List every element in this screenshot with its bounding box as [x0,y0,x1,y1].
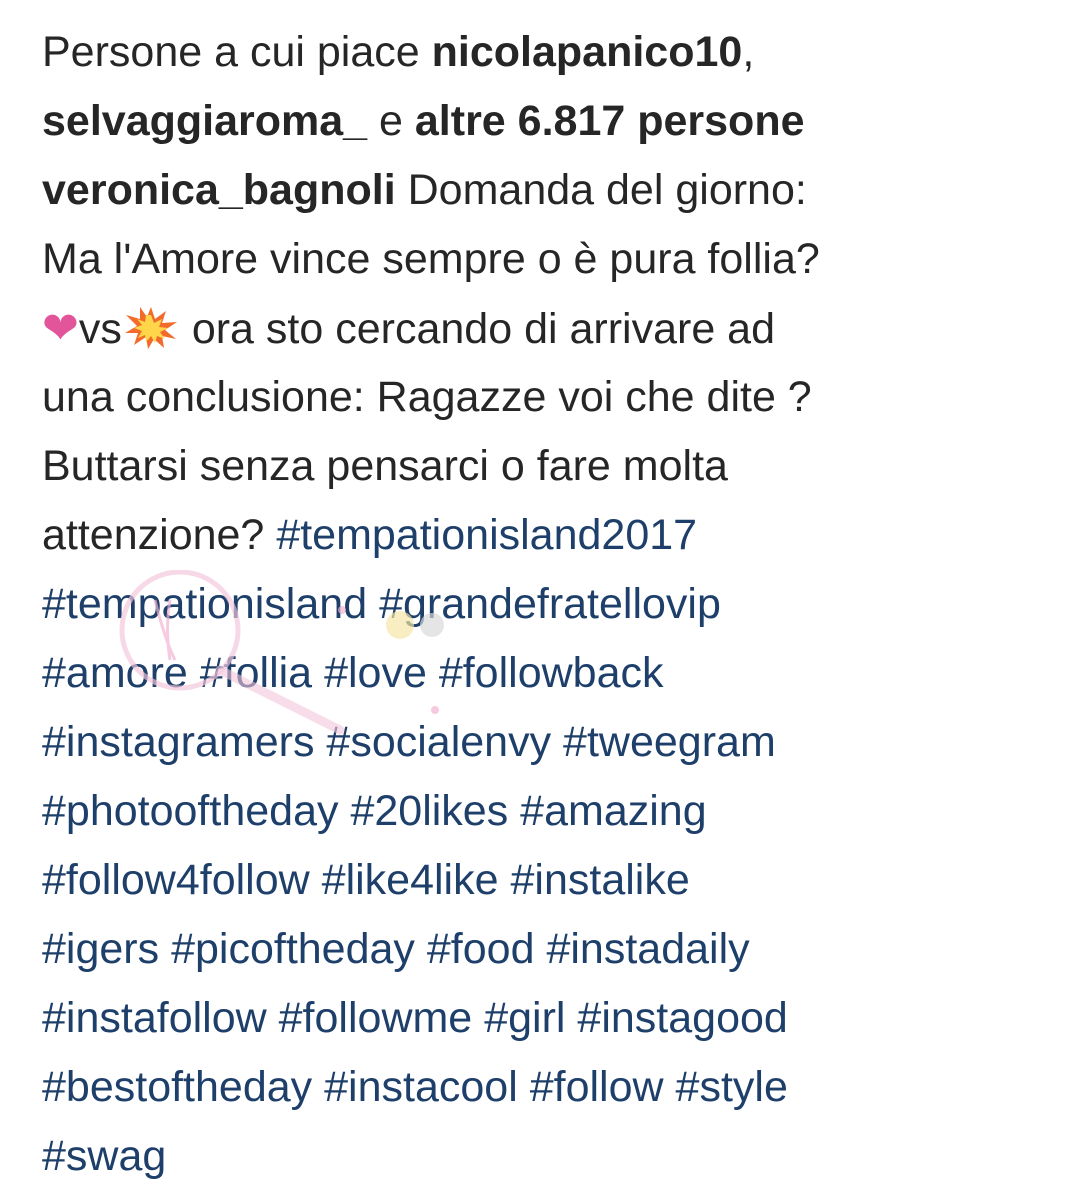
likes-connector: e [379,97,403,145]
hashtag-link[interactable]: #follia [200,649,312,697]
hashtag-link[interactable]: #followme [279,994,473,1042]
likes-prefix: Persone a cui piace [42,28,420,76]
hashtag-link[interactable]: #follow [530,1063,664,1111]
caption-line-6: attenzione? #tempationisland2017 [42,501,1052,570]
hashtag-link[interactable]: #grandefratellovip [379,580,721,628]
hashtag-link[interactable]: #tweegram [563,718,776,766]
hashtag-link[interactable]: #follow4follow [42,856,310,904]
caption-line-5: Buttarsi senza pensarci o fare molta [42,432,1052,501]
likes-others-link[interactable]: altre 6.817 persone [415,97,805,145]
caption-text: Ma l'Amore vince sempre o è pura follia? [42,235,820,283]
hashtag-line: #follow4follow #like4like #instalike [42,846,1052,915]
likes-line-1: Persone a cui piace nicolapanico10, [42,18,1052,87]
hashtag-link[interactable]: #bestoftheday [42,1063,312,1111]
hashtag-link[interactable]: #food [427,925,535,973]
caption-text: attenzione? [42,511,265,559]
hashtag-line: #swag [42,1122,1052,1191]
hashtag-link[interactable]: #20likes [350,787,508,835]
caption-line-1: veronica_bagnoli Domanda del giorno: [42,156,1052,225]
hashtag-line: #igers #picoftheday #food #instadaily [42,915,1052,984]
post-caption-block: Persone a cui piace nicolapanico10, selv… [42,18,1052,1191]
hashtag-link[interactable]: #socialenvy [326,718,551,766]
caption-line-3: ❤vs ora sto cercando di arrivare ad [42,294,1052,363]
hashtag-link[interactable]: #igers [42,925,159,973]
hashtag-link[interactable]: #style [676,1063,788,1111]
caption-text: Domanda del giorno: [407,166,807,214]
hashtag-link[interactable]: #photooftheday [42,787,339,835]
hashtag-link[interactable]: #picoftheday [171,925,415,973]
caption-line-2: Ma l'Amore vince sempre o è pura follia? [42,225,1052,294]
hashtag-link[interactable]: #amazing [520,787,706,835]
hashtag-link[interactable]: #tempationisland2017 [276,511,697,559]
hashtag-link[interactable]: #tempationisland [42,580,367,628]
hashtag-line: #instafollow #followme #girl #instagood [42,984,1052,1053]
caption-text: una conclusione: Ragazze voi che dite ? [42,373,812,421]
hashtag-link[interactable]: #instadaily [546,925,749,973]
hashtag-line: #amore #follia #love #followback [42,639,1052,708]
hashtag-line: #photooftheday #20likes #amazing [42,777,1052,846]
hashtag-link[interactable]: #instacool [324,1063,518,1111]
caption-vs: vs [78,305,122,353]
hashtag-link[interactable]: #instagramers [42,718,314,766]
likes-line-2: selvaggiaroma_ e altre 6.817 persone [42,87,1052,156]
hashtag-link[interactable]: #instagood [577,994,787,1042]
caption-author-link[interactable]: veronica_bagnoli [42,166,396,214]
hashtag-link[interactable]: #like4like [322,856,499,904]
hashtag-link[interactable]: #instalike [510,856,689,904]
caption-line-4: una conclusione: Ragazze voi che dite ? [42,363,1052,432]
likes-comma: , [742,28,755,76]
heart-emoji-icon: ❤ [42,304,79,353]
caption-text: Buttarsi senza pensarci o fare molta [42,442,728,490]
hashtag-link[interactable]: #love [324,649,427,697]
hashtag-link[interactable]: #amore [42,649,188,697]
hashtag-link[interactable]: #girl [484,994,565,1042]
caption-text: ora sto cercando di arrivare ad [191,305,776,353]
collision-emoji-icon [122,301,180,349]
hashtag-line: #instagramers #socialenvy #tweegram [42,708,1052,777]
liker-link-1[interactable]: nicolapanico10 [432,28,743,76]
hashtag-link[interactable]: #instafollow [42,994,267,1042]
hashtag-line: #tempationisland #grandefratellovip [42,570,1052,639]
hashtag-link[interactable]: #followback [439,649,664,697]
liker-link-2[interactable]: selvaggiaroma_ [42,97,367,145]
hashtag-line: #bestoftheday #instacool #follow #style [42,1053,1052,1122]
hashtag-link[interactable]: #swag [42,1132,166,1180]
